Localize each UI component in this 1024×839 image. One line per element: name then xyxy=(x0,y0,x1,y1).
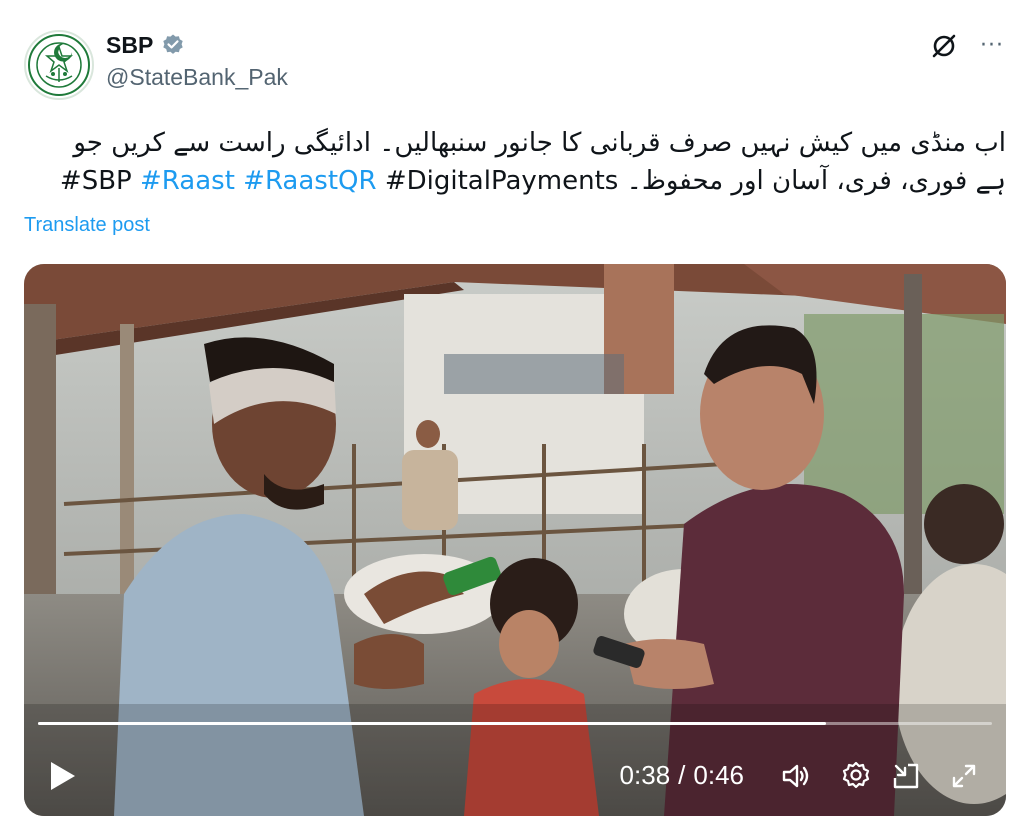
time-separator: / xyxy=(678,759,686,790)
verified-badge-icon[interactable] xyxy=(161,33,185,57)
hashtag-sbp[interactable]: #SBP xyxy=(60,166,132,196)
hashtag-raast[interactable]: #Raast xyxy=(140,166,235,196)
post-text-line-1: اب منڈی میں کیش نہیں صرف قربانی کا جانور… xyxy=(73,128,1006,158)
post-text-urdu: ہے فوری، فری، آسان اور محفوظ۔ xyxy=(626,166,1006,196)
total-duration: 0:46 xyxy=(693,759,744,790)
author-block: SBP @StateBank_Pak xyxy=(106,30,288,91)
post-text-line-2: ہے فوری، فری، آسان اور محفوظ۔ #SBP #Raas… xyxy=(24,162,1006,200)
video-time: 0:38 / 0:46 xyxy=(620,758,744,792)
post-text: اب منڈی میں کیش نہیں صرف قربانی کا جانور… xyxy=(24,124,1006,200)
hashtag-list: #SBP #Raast #RaastQR #DigitalPayments xyxy=(60,166,618,196)
video-controls: 0:38 / 0:46 xyxy=(24,736,1006,816)
more-options-icon[interactable]: ··· xyxy=(980,32,1004,60)
play-icon[interactable] xyxy=(48,760,78,792)
post-actions: ··· xyxy=(930,32,1004,60)
fullscreen-icon[interactable] xyxy=(948,760,980,792)
volume-icon[interactable] xyxy=(780,760,812,792)
user-handle[interactable]: @StateBank_Pak xyxy=(106,64,288,91)
display-name[interactable]: SBP xyxy=(106,32,153,59)
name-row: SBP xyxy=(106,30,288,60)
current-time: 0:38 xyxy=(619,759,671,790)
hashtag-raastqr[interactable]: #RaastQR xyxy=(243,166,376,196)
post-card: SBP @StateBank_Pak ··· اب منڈی میں کیش ن… xyxy=(0,0,1024,839)
video-progress-fill xyxy=(38,722,826,725)
avatar[interactable] xyxy=(24,30,94,100)
grok-icon[interactable] xyxy=(930,32,958,60)
video-frame xyxy=(24,264,1006,816)
video-progress-bar[interactable] xyxy=(38,722,992,725)
picture-in-picture-icon[interactable] xyxy=(890,760,922,792)
hashtag-digitalpayments[interactable]: #DigitalPayments xyxy=(385,166,618,196)
sbp-logo-icon xyxy=(28,34,90,96)
translate-post-link[interactable]: Translate post xyxy=(24,214,150,237)
video-player[interactable]: 0:38 / 0:46 xyxy=(24,264,1006,816)
settings-icon[interactable] xyxy=(840,760,872,792)
